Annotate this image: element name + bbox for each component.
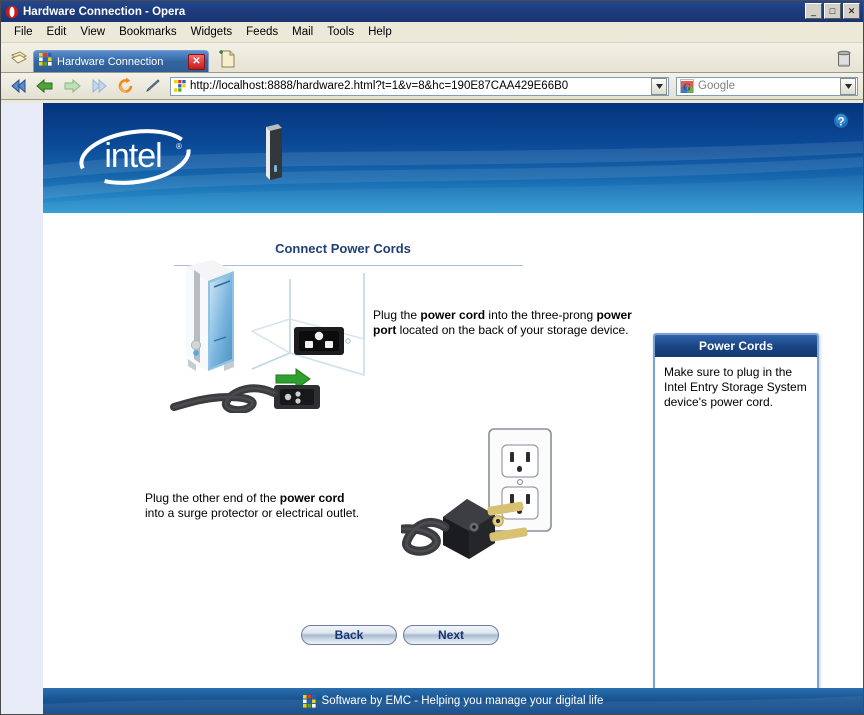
maximize-button[interactable]: □ bbox=[824, 3, 841, 19]
window-titlebar: Hardware Connection - Opera _ □ ✕ bbox=[1, 1, 863, 22]
search-dropdown-button[interactable] bbox=[840, 77, 856, 95]
url-dropdown-button[interactable] bbox=[651, 77, 667, 95]
tabbar: Hardware Connection ✕ bbox=[1, 43, 863, 73]
para1-part2: into the three-prong bbox=[485, 308, 597, 322]
sidebar-text: Make sure to plug in the Intel Entry Sto… bbox=[664, 365, 807, 409]
emc-squares-icon bbox=[302, 694, 316, 708]
reload-icon[interactable] bbox=[114, 75, 138, 97]
address-bar[interactable]: http://localhost:8888/hardware2.html?t=1… bbox=[170, 76, 669, 96]
help-sidebar: Power Cords Make sure to plug in the Int… bbox=[653, 333, 819, 714]
intel-banner: intel ® ? bbox=[43, 103, 863, 213]
emc-squares-icon bbox=[39, 52, 52, 71]
page-viewport: intel ® ? Connect Power Cords Plug the p… bbox=[1, 103, 863, 714]
opera-logo-icon bbox=[5, 5, 19, 19]
para2-part2: into a surge protector or electrical out… bbox=[145, 506, 360, 520]
svg-text:®: ® bbox=[176, 142, 182, 151]
storage-device-power-port-illustration bbox=[168, 253, 380, 414]
menu-help[interactable]: Help bbox=[361, 24, 399, 40]
para1-part3: located on the back of your storage devi… bbox=[396, 323, 629, 337]
menu-feeds[interactable]: Feeds bbox=[239, 24, 285, 40]
instruction-paragraph-1: Plug the power cord into the three-prong… bbox=[373, 308, 648, 338]
forward-arrow-icon[interactable] bbox=[60, 75, 84, 97]
web-page: intel ® ? Connect Power Cords Plug the p… bbox=[43, 103, 863, 714]
menu-view[interactable]: View bbox=[73, 24, 112, 40]
storage-device-icon bbox=[259, 121, 287, 183]
svg-text:G: G bbox=[683, 83, 691, 94]
svg-text:intel: intel bbox=[104, 137, 161, 175]
navigation-buttons: Back Next bbox=[301, 625, 499, 645]
rewind-icon[interactable] bbox=[6, 75, 30, 97]
tab-title: Hardware Connection bbox=[57, 55, 164, 68]
maximize-icon: □ bbox=[829, 5, 836, 16]
svg-text:?: ? bbox=[837, 117, 844, 129]
footer-text: Software by EMC - Helping you manage you… bbox=[321, 695, 604, 707]
navigation-toolbar: http://localhost:8888/hardware2.html?t=1… bbox=[1, 73, 863, 100]
close-icon: ✕ bbox=[847, 5, 856, 16]
browser-tab[interactable]: Hardware Connection ✕ bbox=[33, 50, 209, 72]
url-text: http://localhost:8888/hardware2.html?t=1… bbox=[190, 80, 569, 92]
menubar: File Edit View Bookmarks Widgets Feeds M… bbox=[1, 22, 863, 43]
menu-tools[interactable]: Tools bbox=[320, 24, 361, 40]
sidebar-title: Power Cords bbox=[655, 335, 817, 357]
help-question-icon[interactable]: ? bbox=[831, 111, 851, 131]
close-button[interactable]: ✕ bbox=[843, 3, 860, 19]
instruction-paragraph-2: Plug the other end of the power cord int… bbox=[145, 491, 360, 521]
emc-squares-icon bbox=[174, 80, 186, 92]
pencil-icon[interactable] bbox=[141, 75, 165, 97]
fast-forward-icon[interactable] bbox=[87, 75, 111, 97]
page-content: Connect Power Cords Plug the power cord … bbox=[43, 213, 863, 714]
pages-stack-icon[interactable] bbox=[5, 46, 33, 71]
menu-mail[interactable]: Mail bbox=[285, 24, 320, 40]
next-button[interactable]: Next bbox=[403, 625, 499, 645]
para2-part1: Plug the other end of the bbox=[145, 491, 280, 505]
opera-browser-window: Hardware Connection - Opera _ □ ✕ File E… bbox=[0, 0, 864, 715]
intel-logo: intel ® bbox=[75, 123, 195, 191]
tab-close-button[interactable]: ✕ bbox=[188, 53, 205, 70]
para1-part1: Plug the bbox=[373, 308, 421, 322]
search-input[interactable]: Google bbox=[698, 80, 840, 92]
para2-bold1: power cord bbox=[279, 491, 345, 505]
window-title: Hardware Connection - Opera bbox=[23, 5, 186, 18]
trash-can-icon[interactable] bbox=[833, 47, 855, 69]
back-button[interactable]: Back bbox=[301, 625, 397, 645]
window-controls: _ □ ✕ bbox=[805, 3, 860, 19]
menu-edit[interactable]: Edit bbox=[40, 24, 74, 40]
menu-bookmarks[interactable]: Bookmarks bbox=[112, 24, 184, 40]
menu-file[interactable]: File bbox=[7, 24, 40, 40]
page-footer: Software by EMC - Helping you manage you… bbox=[43, 688, 863, 714]
minimize-button[interactable]: _ bbox=[805, 3, 822, 19]
minimize-icon: _ bbox=[810, 5, 816, 16]
wall-outlet-plug-illustration bbox=[398, 423, 573, 571]
menu-widgets[interactable]: Widgets bbox=[184, 24, 240, 40]
para1-bold1: power cord bbox=[420, 308, 486, 322]
search-box[interactable]: G Google bbox=[676, 76, 858, 96]
google-g-icon: G bbox=[680, 79, 694, 94]
back-arrow-icon[interactable] bbox=[33, 75, 57, 97]
new-page-icon[interactable] bbox=[215, 47, 241, 71]
